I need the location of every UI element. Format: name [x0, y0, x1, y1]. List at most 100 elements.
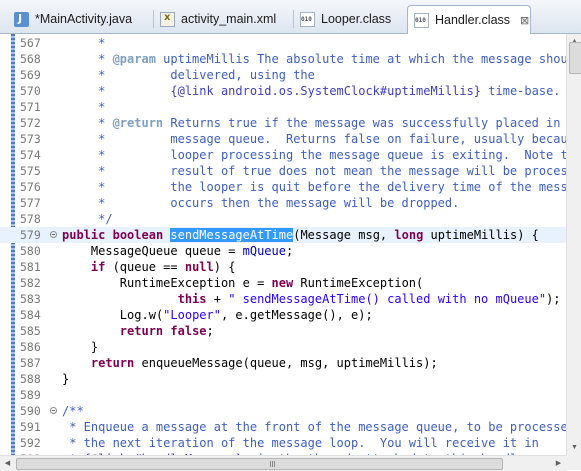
line-number: 572 [20, 116, 41, 130]
code-line[interactable]: 587 return enqueueMessage(queue, msg, up… [0, 355, 566, 371]
tab-label: activity_main.xml [181, 12, 277, 26]
code-line[interactable]: 567 * [0, 35, 566, 51]
horizontal-scrollbar[interactable]: ◀ ▶ [0, 455, 566, 471]
code-token: return [90, 356, 135, 370]
scroll-down-icon[interactable]: ▼ [567, 440, 581, 455]
code-line[interactable]: 576 * the looper is quit before the deli… [0, 179, 566, 195]
code-line[interactable]: 592 * the next iteration of the message … [0, 435, 566, 451]
code-token: false [170, 324, 207, 338]
code-line[interactable]: 590 /** [0, 403, 566, 419]
tab-main-activity[interactable]: *MainActivity.java [8, 6, 154, 32]
line-number: 592 [20, 436, 41, 450]
code-token: * the looper is quit before the delivery… [62, 180, 566, 194]
code-text: MessageQueue queue = mQueue; [62, 243, 293, 259]
code-line[interactable]: 568 * @param uptimeMillis The absolute t… [0, 51, 566, 67]
code-token: null [184, 260, 214, 274]
code-line[interactable]: 580 MessageQueue queue = mQueue; [0, 243, 566, 259]
line-number: 582 [20, 276, 41, 290]
code-token: * delivered, using the [62, 68, 315, 82]
code-token: long [394, 228, 424, 242]
code-line[interactable]: 577 * occurs then the message will be dr… [0, 195, 566, 211]
code-line[interactable]: 573 * message queue. Returns false on fa… [0, 131, 566, 147]
code-token: MessageQueue queue = [62, 244, 243, 258]
line-number: 579 [20, 228, 41, 242]
code-text: * [62, 35, 105, 51]
horizontal-scroll-thumb[interactable] [16, 458, 503, 470]
code-text: this + " sendMessageAtTime() called with… [62, 291, 561, 307]
code-text: if (queue == null) { [62, 259, 236, 275]
close-tab-icon[interactable]: ⊠ [520, 14, 529, 27]
code-text: Log.w("Looper", e.getMessage(), e); [62, 307, 373, 323]
code-text: return enqueueMessage(queue, msg, uptime… [62, 355, 438, 371]
code-token: * [62, 116, 113, 130]
code-line[interactable]: 585 return false; [0, 323, 566, 339]
code-token: "Looper" [163, 308, 221, 322]
line-number: 575 [20, 164, 41, 178]
xml-file-icon [160, 11, 175, 27]
line-number: 586 [20, 340, 41, 354]
code-line[interactable]: 570 * {@link android.os.SystemClock#upti… [0, 83, 566, 99]
code-line[interactable]: 572 * @return Returns true if the messag… [0, 115, 566, 131]
code-line[interactable]: 574 * looper processing the message queu… [0, 147, 566, 163]
code-token: } [62, 372, 70, 386]
code-text: } [62, 371, 69, 387]
code-text: * the looper is quit before the delivery… [62, 179, 566, 195]
code-line[interactable]: 579 public boolean sendMessageAtTime(Mess… [0, 227, 566, 243]
code-line[interactable]: 589 [0, 387, 566, 403]
code-text: * Enqueue a message at the front of the … [62, 419, 566, 435]
code-line[interactable]: 583 this + " sendMessageAtTime() called … [0, 291, 566, 307]
scroll-left-icon[interactable]: ◀ [0, 456, 15, 471]
code-token: * [62, 36, 106, 50]
line-number: 587 [20, 356, 41, 370]
line-number: 581 [20, 260, 41, 274]
code-token: /** [62, 404, 84, 418]
line-number: 578 [20, 212, 41, 226]
code-text: * @param uptimeMillis The absolute time … [62, 51, 566, 67]
fold-toggle-icon[interactable] [50, 407, 57, 414]
code-line[interactable]: 578 */ [0, 211, 566, 227]
class-file-icon [300, 11, 315, 27]
code-text: * the next iteration of the message loop… [62, 435, 539, 451]
code-text: RuntimeException e = new RuntimeExceptio… [62, 275, 423, 291]
code-text: /** [62, 403, 84, 419]
code-line[interactable]: 571 * [0, 99, 566, 115]
line-number: 577 [20, 196, 41, 210]
code-token: + [206, 292, 229, 306]
line-number: 576 [20, 180, 41, 194]
code-token: " sendMessageAtTime() called with no mQu… [228, 292, 547, 306]
code-text: return false; [62, 323, 214, 339]
code-editor[interactable]: 567 * 568 * @param uptimeMillis The absol… [0, 34, 566, 455]
selected-text: sendMessageAtTime [170, 228, 294, 242]
code-token: public [62, 228, 106, 242]
code-token: * [62, 52, 113, 66]
line-number: 589 [20, 388, 41, 402]
code-token: Log. [62, 308, 149, 322]
code-line[interactable]: 575 * result of true does not mean the m… [0, 163, 566, 179]
code-line[interactable]: 588} [0, 371, 566, 387]
line-number: 571 [20, 100, 41, 114]
code-token: this [177, 292, 207, 306]
class-file-icon [414, 12, 429, 28]
code-line[interactable]: 584 Log.w("Looper", e.getMessage(), e); [0, 307, 566, 323]
code-token: {@link android.os.SystemClock#uptimeMill… [170, 84, 482, 98]
fold-toggle-icon[interactable] [50, 231, 57, 238]
code-line[interactable]: 586 } [0, 339, 566, 355]
code-token: * Enqueue a message at the front of the … [62, 420, 566, 434]
code-line[interactable]: 591 * Enqueue a message at the front of … [0, 419, 566, 435]
tab-looper-class[interactable]: Looper.class [294, 6, 404, 32]
code-line[interactable]: 581 if (queue == null) { [0, 259, 566, 275]
code-line[interactable]: 582 RuntimeException e = new RuntimeExce… [0, 275, 566, 291]
line-number: 590 [20, 404, 41, 418]
tab-label: *MainActivity.java [35, 12, 133, 26]
code-line[interactable]: 569 * delivered, using the [0, 67, 566, 83]
tab-handler-class[interactable]: Handler.class ⊠ [407, 5, 531, 34]
scroll-right-icon[interactable]: ▶ [551, 456, 566, 471]
tab-activity-main-xml[interactable]: activity_main.xml [154, 6, 294, 32]
code-token: * the next iteration of the message loop… [62, 436, 539, 450]
vertical-scrollbar[interactable]: ▲ ▼ [566, 34, 581, 455]
code-token: @param [112, 52, 156, 66]
code-text: * [62, 99, 105, 115]
vertical-scroll-thumb[interactable] [569, 42, 581, 74]
